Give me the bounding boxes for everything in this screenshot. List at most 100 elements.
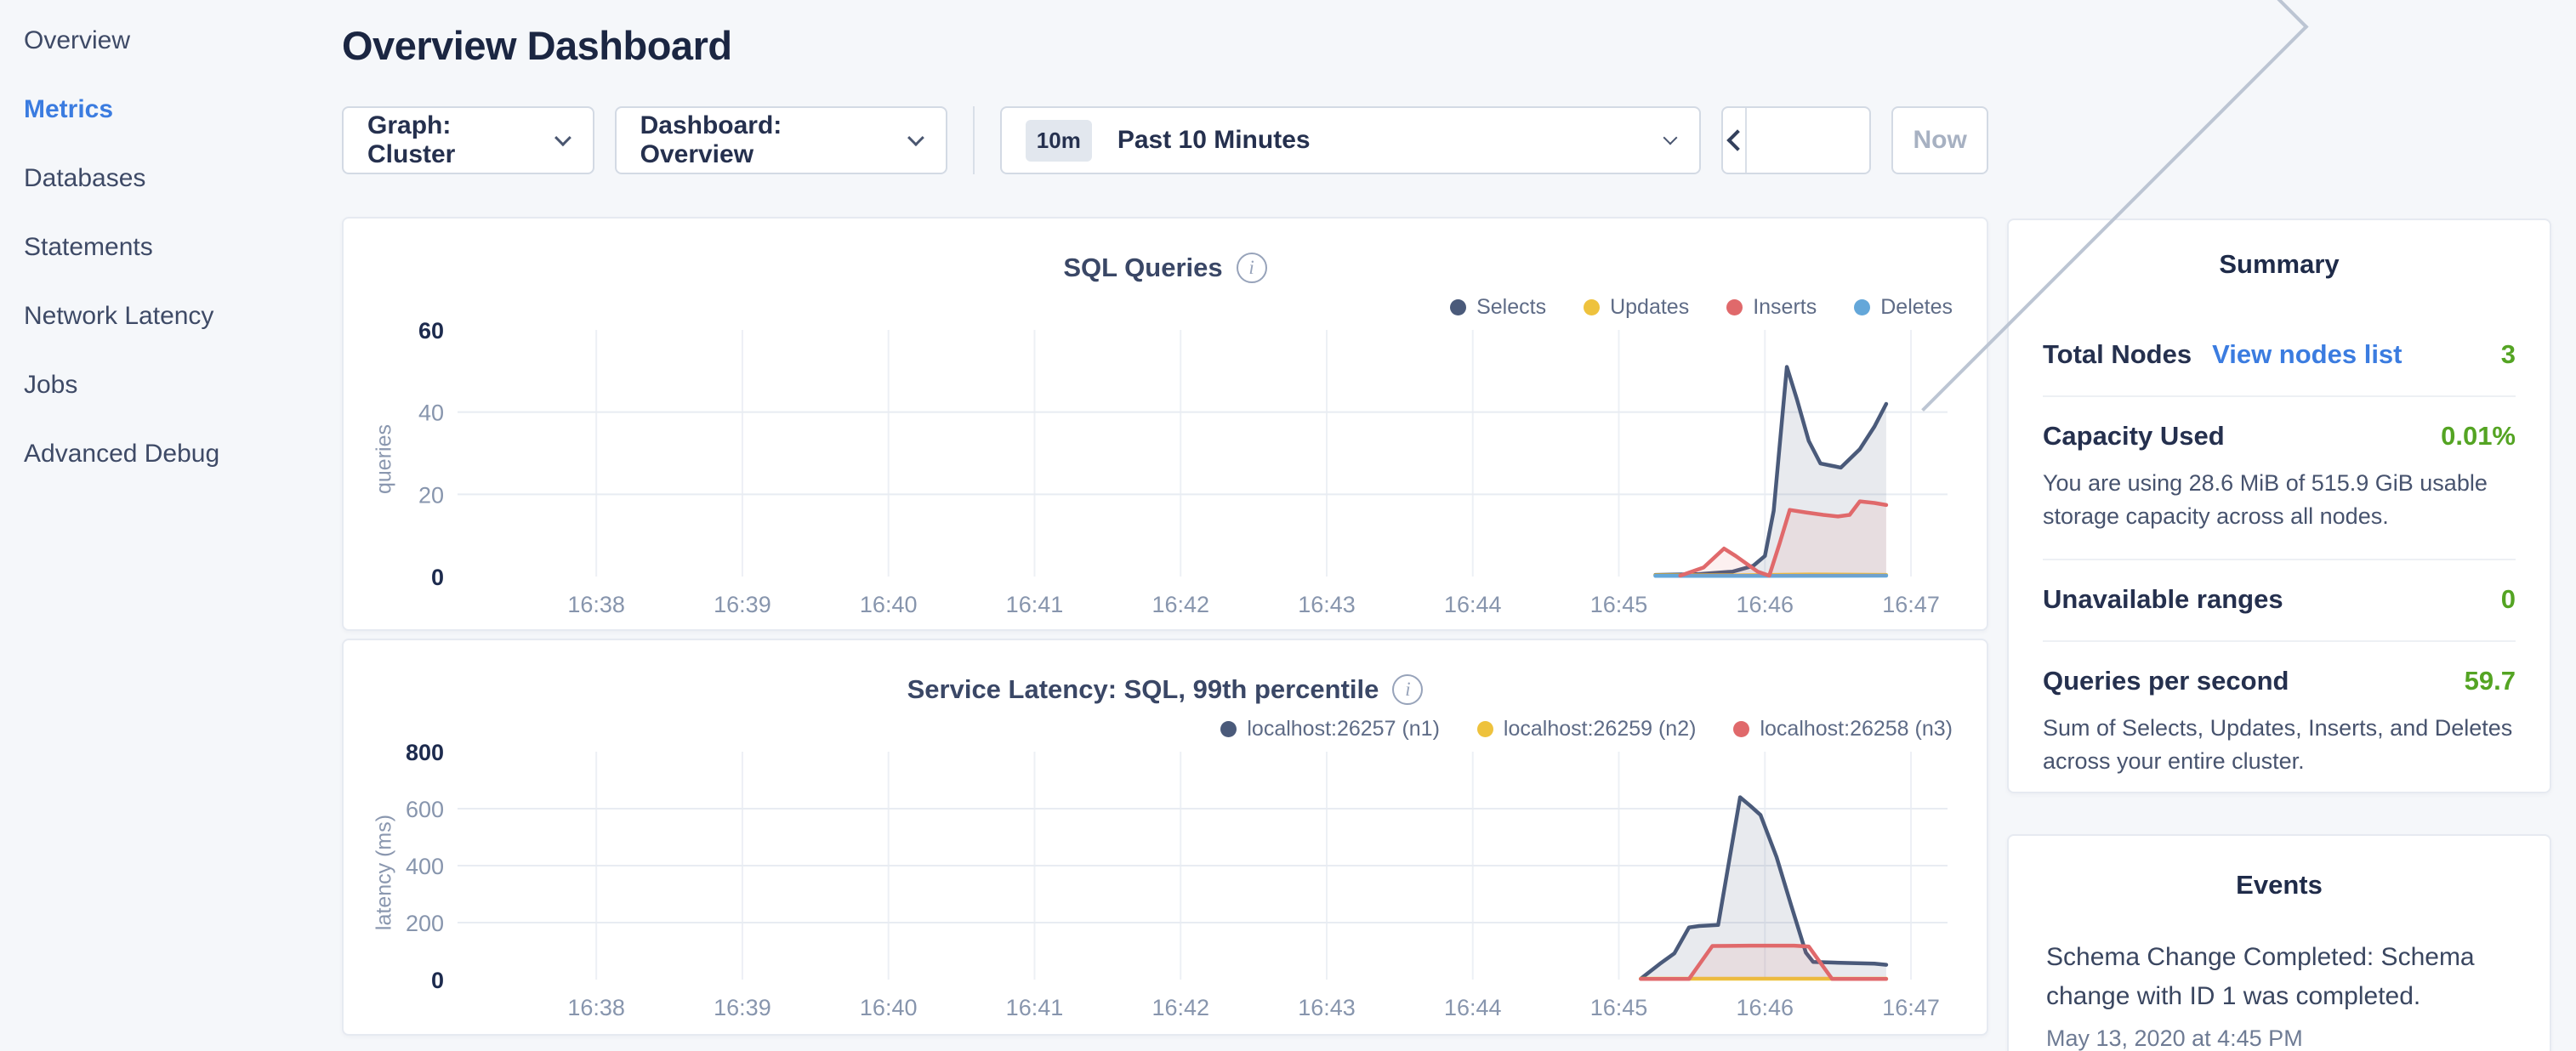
legend-label: localhost:26259 (n2) (1504, 717, 1697, 741)
chart-card-sql-queries: SQL Queries i SelectsUpdatesInsertsDelet… (342, 217, 1988, 631)
sql-queries-plot[interactable]: 020406016:3816:3916:4016:4116:4216:4316:… (369, 321, 1961, 621)
time-range-badge: 10m (1026, 120, 1092, 162)
graph-dropdown-label: Graph: Cluster (367, 111, 538, 169)
chart-legend: SelectsUpdatesInsertsDeletes (369, 295, 1953, 320)
svg-text:16:43: 16:43 (1298, 592, 1356, 617)
chevron-down-icon (554, 129, 571, 145)
legend-dot-icon (1477, 721, 1493, 737)
chart-title: Service Latency: SQL, 99th percentile (907, 674, 1379, 705)
events-title: Events (2046, 870, 2512, 900)
svg-text:16:44: 16:44 (1444, 995, 1502, 1020)
chart-card-service-latency: Service Latency: SQL, 99th percentile i … (342, 639, 1988, 1036)
dashboard-dropdown-label: Dashboard: Overview (640, 111, 892, 169)
toolbar-divider (973, 106, 975, 174)
svg-text:16:38: 16:38 (567, 592, 625, 617)
svg-text:16:43: 16:43 (1298, 995, 1356, 1020)
info-icon[interactable]: i (1392, 674, 1423, 705)
legend-item[interactable]: Updates (1584, 295, 1689, 320)
sidebar-item-advanced-debug[interactable]: Advanced Debug (24, 439, 342, 469)
main-content: Overview Dashboard Graph: Cluster Dashbo… (342, 0, 1988, 1036)
svg-text:16:39: 16:39 (714, 995, 771, 1020)
dashboard-dropdown[interactable]: Dashboard: Overview (615, 106, 947, 174)
summary-row-value: 3 (2501, 339, 2516, 370)
legend-dot-icon (1450, 299, 1466, 315)
legend-label: Inserts (1753, 295, 1817, 320)
svg-text:200: 200 (406, 911, 444, 936)
service-latency-plot[interactable]: 020040060080016:3816:3916:4016:4116:4216… (369, 743, 1961, 1024)
event-text: Schema Change Completed: Schema change w… (2046, 938, 2512, 1015)
summary-row-label: Queries per second (2043, 666, 2289, 696)
chart-legend: localhost:26257 (n1) localhost:26259 (n2)… (369, 717, 1953, 741)
svg-text:16:47: 16:47 (1882, 995, 1940, 1020)
legend-dot-icon (1584, 299, 1600, 315)
summary-row-capacity-used: Capacity Used 0.01% You are using 28.6 M… (2043, 397, 2516, 560)
summary-row-value: 0 (2501, 584, 2516, 615)
summary-panel: Summary Total Nodes View nodes list 3 Ca… (2007, 219, 2551, 793)
graph-dropdown[interactable]: Graph: Cluster (342, 106, 594, 174)
summary-row-queries-per-second: Queries per second 59.7 Sum of Selects, … (2043, 642, 2516, 793)
svg-text:20: 20 (418, 482, 444, 508)
svg-text:16:45: 16:45 (1590, 995, 1648, 1020)
sidebar: Overview Metrics Databases Statements Ne… (0, 0, 342, 508)
svg-text:16:42: 16:42 (1152, 592, 1209, 617)
event-timestamp: May 13, 2020 at 4:45 PM (2046, 1025, 2512, 1051)
svg-text:16:46: 16:46 (1737, 995, 1794, 1020)
app-root: Overview Metrics Databases Statements Ne… (0, 0, 2576, 1051)
sidebar-item-jobs[interactable]: Jobs (24, 370, 342, 401)
time-range-selector[interactable]: 10m Past 10 Minutes (1000, 106, 1702, 174)
summary-row-value: 59.7 (2465, 666, 2516, 696)
events-panel: Events Schema Change Completed: Schema c… (2007, 834, 2551, 1051)
svg-text:400: 400 (406, 854, 444, 879)
page-title: Overview Dashboard (342, 22, 1988, 69)
svg-text:16:46: 16:46 (1737, 592, 1794, 617)
svg-text:16:41: 16:41 (1006, 592, 1064, 617)
sidebar-item-network-latency[interactable]: Network Latency (24, 301, 342, 332)
legend-item[interactable]: localhost:26259 (n2) (1477, 717, 1697, 741)
time-prev-button[interactable] (1723, 108, 1747, 173)
svg-text:16:47: 16:47 (1882, 592, 1940, 617)
legend-label: Selects (1476, 295, 1546, 320)
summary-row-total-nodes: Total Nodes View nodes list 3 (2043, 315, 2516, 397)
svg-text:16:40: 16:40 (860, 592, 918, 617)
summary-title: Summary (2043, 249, 2516, 280)
sidebar-item-databases[interactable]: Databases (24, 163, 342, 194)
chevron-down-icon (1663, 131, 1678, 145)
summary-row-unavailable-ranges: Unavailable ranges 0 (2043, 560, 2516, 642)
svg-text:0: 0 (431, 968, 444, 993)
y-axis-label: queries (372, 424, 397, 494)
legend-item[interactable]: Inserts (1726, 295, 1817, 320)
sidebar-item-statements[interactable]: Statements (24, 232, 342, 263)
chevron-down-icon (907, 129, 924, 145)
legend-item[interactable]: Selects (1450, 295, 1546, 320)
chart-title: SQL Queries (1063, 253, 1222, 283)
legend-dot-icon (1220, 721, 1237, 737)
chart-header: SQL Queries i (369, 253, 1961, 283)
chevron-left-icon (1727, 129, 1749, 151)
view-nodes-list-link[interactable]: View nodes list (2212, 339, 2402, 370)
legend-item[interactable]: localhost:26257 (n1) (1220, 717, 1440, 741)
sidebar-item-metrics[interactable]: Metrics (24, 94, 342, 125)
event-item[interactable]: Schema Change Completed: Schema change w… (2046, 938, 2512, 1051)
y-axis-label: latency (ms) (372, 815, 397, 930)
summary-rows: Total Nodes View nodes list 3 Capacity U… (2043, 315, 2516, 793)
summary-row-label: Total Nodes (2043, 339, 2192, 370)
svg-text:16:39: 16:39 (714, 592, 771, 617)
svg-text:16:42: 16:42 (1152, 995, 1209, 1020)
time-nav-buttons (1721, 106, 1871, 174)
summary-row-label: Capacity Used (2043, 421, 2225, 452)
svg-text:800: 800 (406, 743, 444, 765)
summary-row-subtext: You are using 28.6 MiB of 515.9 GiB usab… (2043, 467, 2516, 533)
chart-header: Service Latency: SQL, 99th percentile i (369, 674, 1961, 705)
svg-text:0: 0 (431, 565, 444, 590)
info-icon[interactable]: i (1237, 253, 1267, 283)
chart-svg[interactable]: 020040060080016:3816:3916:4016:4116:4216… (369, 743, 1961, 1024)
svg-text:40: 40 (418, 401, 444, 426)
svg-text:16:45: 16:45 (1590, 592, 1648, 617)
chart-svg[interactable]: 020406016:3816:3916:4016:4116:4216:4316:… (369, 321, 1961, 621)
sidebar-item-overview[interactable]: Overview (24, 26, 342, 56)
svg-text:16:41: 16:41 (1006, 995, 1064, 1020)
legend-dot-icon (1726, 299, 1743, 315)
legend-dot-icon (1733, 721, 1749, 737)
legend-item[interactable]: localhost:26258 (n3) (1733, 717, 1953, 741)
svg-text:16:40: 16:40 (860, 995, 918, 1020)
